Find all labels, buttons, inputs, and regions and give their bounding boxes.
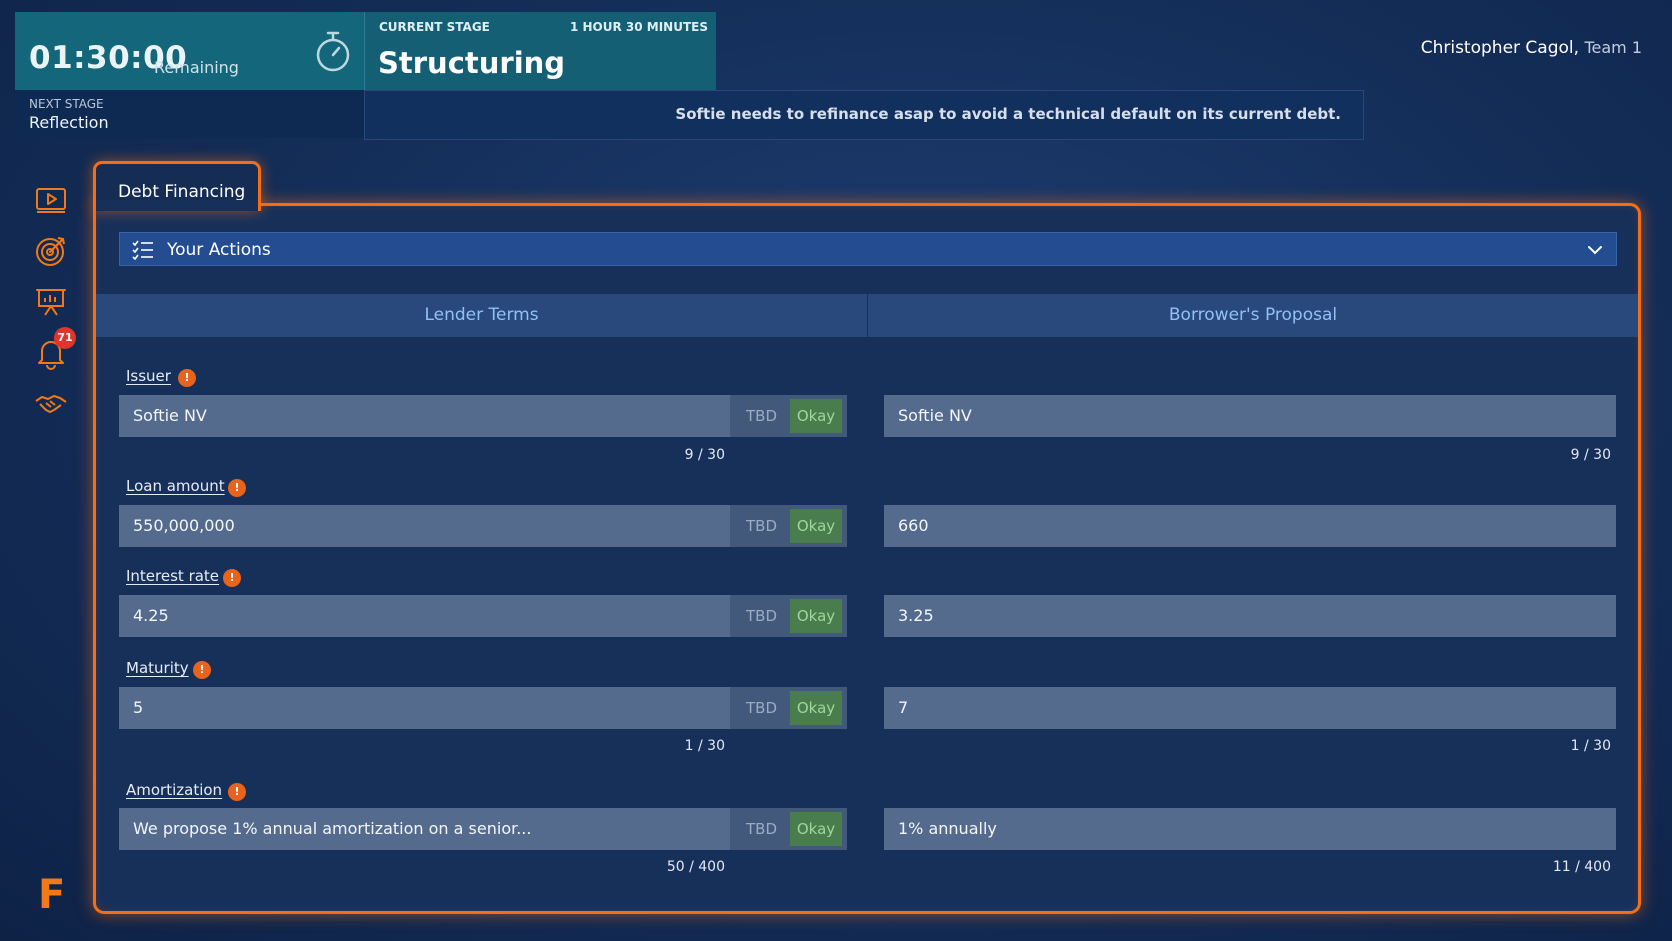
borrower-issuer-input[interactable]: Softie NV <box>884 395 1616 437</box>
handshake-icon <box>35 395 67 413</box>
borrower-loan-amount-input[interactable]: 660 <box>884 505 1616 547</box>
lender-interest-rate-input[interactable]: 4.25 <box>119 595 730 637</box>
info-icon[interactable]: ! <box>228 783 246 801</box>
user-team: Team 1 <box>1584 38 1642 57</box>
current-stage-label: CURRENT STAGE <box>379 20 490 34</box>
column-header-lender-terms: Lender Terms <box>96 294 867 337</box>
okay-button[interactable]: Okay <box>790 691 842 725</box>
info-icon[interactable]: ! <box>193 661 211 679</box>
notice-banner: Softie needs to refinance asap to avoid … <box>364 90 1364 140</box>
user-name: Christopher Cagol, <box>1420 38 1580 58</box>
user-info: Christopher Cagol, Team 1 <box>1421 38 1642 58</box>
lender-issuer-status: TBD Okay <box>730 395 847 437</box>
lender-loan-amount-input[interactable]: 550,000,000 <box>119 505 730 547</box>
tab-label: Debt Financing <box>118 182 246 202</box>
stopwatch-icon <box>316 31 350 72</box>
tbd-button[interactable]: TBD <box>746 607 777 625</box>
chevron-down-icon <box>1588 246 1602 255</box>
timer-panel: 01:30:00 Remaining <box>15 12 364 90</box>
info-icon[interactable]: ! <box>178 369 196 387</box>
tbd-button[interactable]: TBD <box>746 407 777 425</box>
lender-maturity-char-count: 1 / 30 <box>684 738 725 754</box>
tab-join <box>96 200 258 210</box>
current-stage-panel: CURRENT STAGE 1 HOUR 30 MINUTES Structur… <box>364 12 716 90</box>
sidebar-item-video[interactable] <box>34 183 74 223</box>
lender-amortization-char-count: 50 / 400 <box>666 859 725 875</box>
presentation-board-icon <box>36 289 66 316</box>
lender-issuer-char-count: 9 / 30 <box>684 447 725 463</box>
okay-button[interactable]: Okay <box>790 812 842 846</box>
sidebar: 71 <box>34 183 78 438</box>
info-icon[interactable]: ! <box>228 479 246 497</box>
next-stage-value: Reflection <box>29 113 109 132</box>
okay-button[interactable]: Okay <box>790 599 842 633</box>
lender-maturity-input[interactable]: 5 <box>119 687 730 729</box>
sidebar-item-deal[interactable] <box>34 387 74 427</box>
sidebar-item-presentation[interactable] <box>34 285 74 325</box>
borrower-maturity-char-count: 1 / 30 <box>1570 738 1611 754</box>
tbd-button[interactable]: TBD <box>746 820 777 838</box>
checklist-icon <box>132 240 153 260</box>
current-stage-name: Structuring <box>378 46 566 80</box>
column-header-borrower-proposal: Borrower's Proposal <box>868 294 1638 337</box>
field-label-interest-rate: Interest rate <box>126 567 220 585</box>
remaining-label: Remaining <box>154 58 239 77</box>
okay-button[interactable]: Okay <box>790 509 842 543</box>
video-play-icon <box>36 188 66 213</box>
target-icon <box>36 237 65 266</box>
next-stage-panel: NEXT STAGE Reflection <box>15 90 364 138</box>
tbd-button[interactable]: TBD <box>746 517 777 535</box>
sidebar-item-notifications[interactable]: 71 <box>34 327 76 376</box>
lender-interest-rate-status: TBD Okay <box>730 595 847 637</box>
borrower-amortization-char-count: 11 / 400 <box>1552 859 1611 875</box>
notification-badge: 71 <box>54 327 76 349</box>
your-actions-dropdown[interactable]: Your Actions <box>119 232 1617 266</box>
lender-amortization-input[interactable]: We propose 1% annual amortization on a s… <box>119 808 730 850</box>
borrower-amortization-input[interactable]: 1% annually <box>884 808 1616 850</box>
okay-button[interactable]: Okay <box>790 399 842 433</box>
lender-maturity-status: TBD Okay <box>730 687 847 729</box>
field-label-amortization: Amortization <box>126 781 223 799</box>
notice-text: Softie needs to refinance asap to avoid … <box>675 105 1341 123</box>
info-icon[interactable]: ! <box>223 569 241 587</box>
sidebar-item-objectives[interactable] <box>34 234 74 274</box>
field-label-maturity: Maturity <box>126 659 189 677</box>
tbd-button[interactable]: TBD <box>746 699 777 717</box>
borrower-issuer-char-count: 9 / 30 <box>1570 447 1611 463</box>
borrower-maturity-input[interactable]: 7 <box>884 687 1616 729</box>
lender-amortization-status: TBD Okay <box>730 808 847 850</box>
app-logo: F <box>38 872 66 918</box>
next-stage-label: NEXT STAGE <box>29 97 104 111</box>
field-label-loan-amount: Loan amount <box>126 477 225 495</box>
borrower-interest-rate-input[interactable]: 3.25 <box>884 595 1616 637</box>
field-label-issuer: Issuer <box>126 367 171 385</box>
stage-duration: 1 HOUR 30 MINUTES <box>569 20 708 34</box>
your-actions-label: Your Actions <box>167 240 271 260</box>
lender-loan-amount-status: TBD Okay <box>730 505 847 547</box>
lender-issuer-input[interactable]: Softie NV <box>119 395 730 437</box>
